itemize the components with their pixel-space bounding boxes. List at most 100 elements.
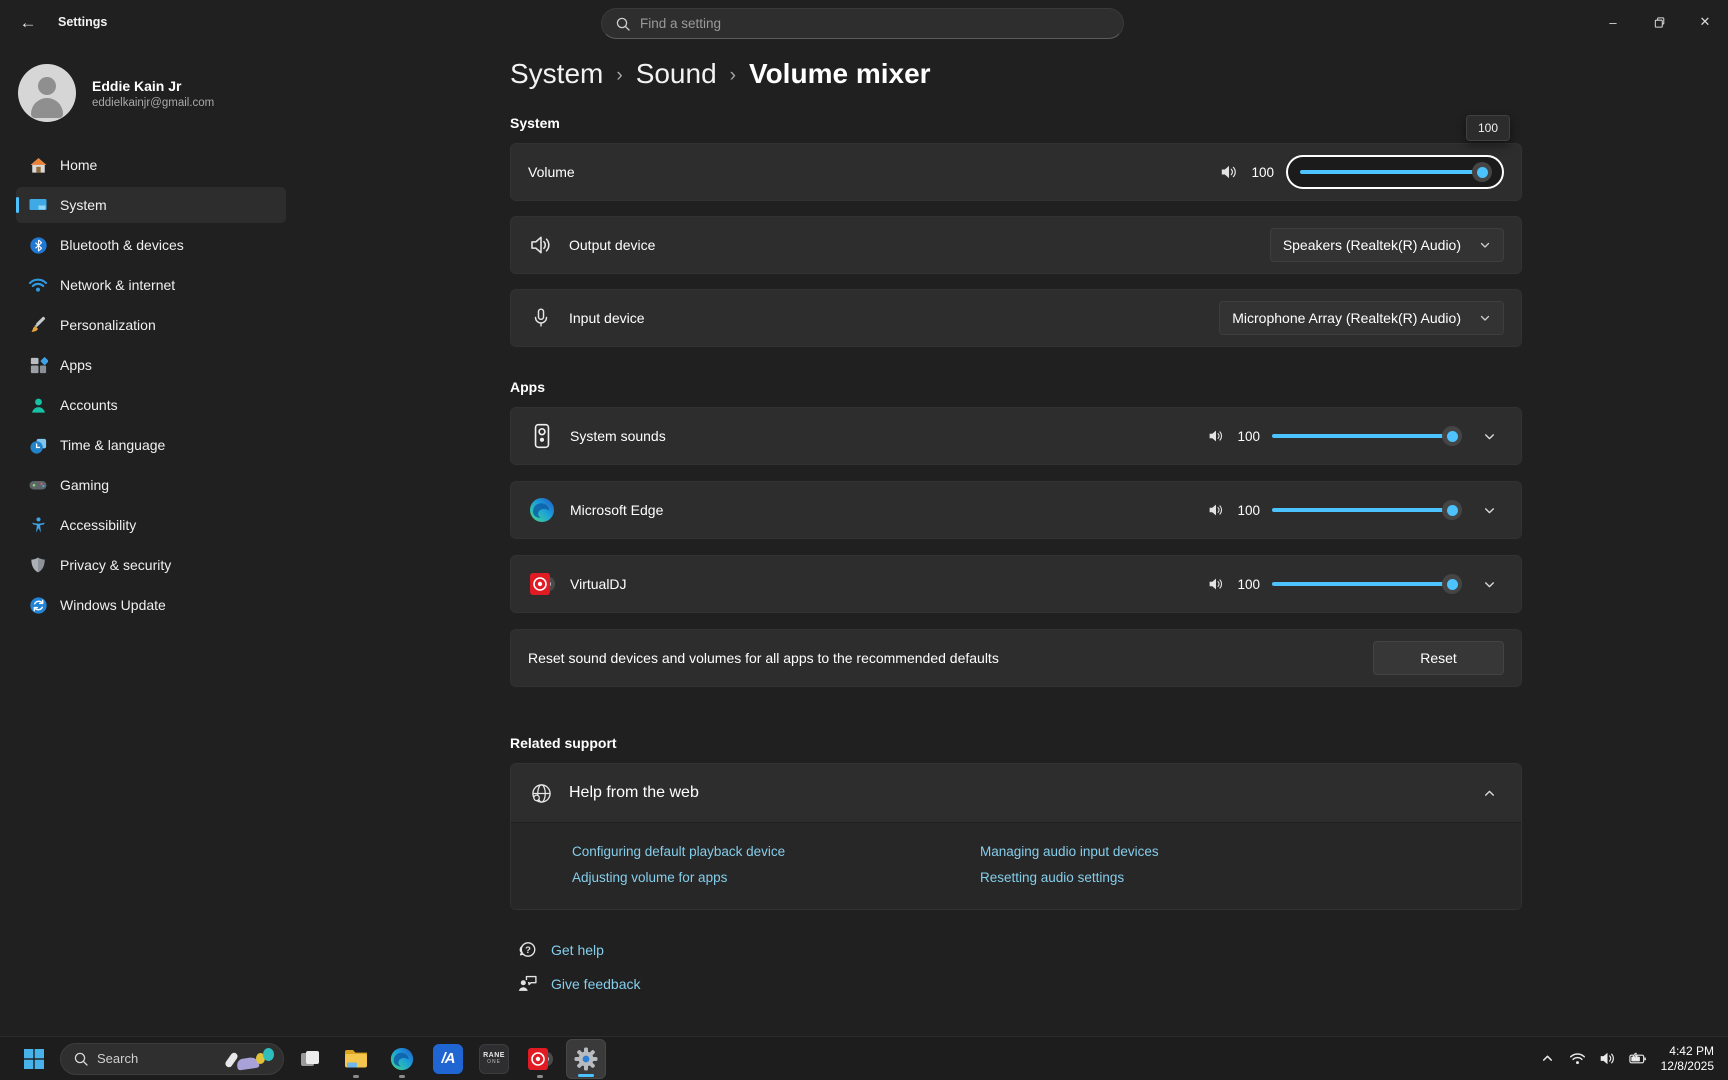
account-profile[interactable]: Eddie Kain Jr eddielkainjr@gmail.com xyxy=(18,64,282,122)
slider-thumb[interactable] xyxy=(1442,574,1462,594)
volume-label: Volume xyxy=(528,164,575,180)
help-link[interactable]: Resetting audio settings xyxy=(980,870,1124,885)
rane-one-button[interactable]: RANEONE xyxy=(474,1039,514,1079)
rane-one-icon: RANEONE xyxy=(479,1044,509,1074)
app-name: Microsoft Edge xyxy=(570,502,663,518)
main-content: System › Sound › Volume mixer System Vol… xyxy=(300,48,1728,1036)
app-volume-slider[interactable] xyxy=(1272,574,1458,594)
microsoft-edge-icon xyxy=(389,1046,415,1072)
output-device-label: Output device xyxy=(569,237,655,253)
sidebar-item-personalization[interactable]: Personalization xyxy=(16,307,286,343)
collapse-button[interactable] xyxy=(1474,778,1504,808)
start-button[interactable] xyxy=(14,1039,54,1079)
ia-app-button[interactable]: /A xyxy=(428,1039,468,1079)
virtualdj-taskbar-button[interactable] xyxy=(520,1039,560,1079)
sidebar-nav: Home System Bluetooth & devices Network … xyxy=(0,147,300,623)
speaker-icon xyxy=(1208,428,1224,444)
input-device-dropdown[interactable]: Microphone Array (Realtek(R) Audio) xyxy=(1219,301,1504,335)
sidebar-item-network[interactable]: Network & internet xyxy=(16,267,286,303)
sidebar-item-privacy[interactable]: Privacy & security xyxy=(16,547,286,583)
volume-tray-icon[interactable] xyxy=(1595,1043,1621,1075)
taskbar-clock[interactable]: 4:42 PM 12/8/2025 xyxy=(1661,1044,1714,1074)
volume-slider[interactable] xyxy=(1300,162,1488,182)
section-label-system: System xyxy=(510,115,1522,131)
taskbar-search[interactable]: Search xyxy=(60,1043,284,1075)
close-icon: ✕ xyxy=(1700,14,1711,30)
slider-track[interactable] xyxy=(1272,582,1456,586)
sidebar-item-home[interactable]: Home xyxy=(16,147,286,183)
app-volume-slider[interactable] xyxy=(1272,500,1458,520)
settings-search-box[interactable] xyxy=(601,8,1124,39)
hidden-icons-chevron[interactable] xyxy=(1535,1043,1561,1075)
speaker-icon xyxy=(1208,576,1224,592)
expand-row-button[interactable] xyxy=(1474,569,1504,599)
sidebar-item-accounts[interactable]: Accounts xyxy=(16,387,286,423)
sidebar-item-bluetooth[interactable]: Bluetooth & devices xyxy=(16,227,286,263)
sidebar-item-label: Accessibility xyxy=(60,517,136,533)
help-link[interactable]: Managing audio input devices xyxy=(980,844,1159,859)
bluetooth-icon xyxy=(28,235,48,255)
sidebar-item-windows-update[interactable]: Windows Update xyxy=(16,587,286,623)
titlebar: ← Settings – ✕ xyxy=(0,0,1728,48)
virtualdj-icon xyxy=(528,570,556,598)
breadcrumb-separator: › xyxy=(730,65,736,87)
wifi-tray-icon[interactable] xyxy=(1565,1043,1591,1075)
search-icon xyxy=(616,17,630,31)
settings-search-input[interactable] xyxy=(640,16,1109,31)
sidebar-item-system[interactable]: System xyxy=(16,187,286,223)
sidebar-item-gaming[interactable]: Gaming xyxy=(16,467,286,503)
back-arrow-icon: ← xyxy=(20,13,37,33)
svg-text:?: ? xyxy=(525,945,531,956)
taskbar: Search /A RANEONE xyxy=(0,1036,1728,1080)
settings-taskbar-button[interactable] xyxy=(566,1039,606,1079)
minimize-button[interactable]: – xyxy=(1590,0,1636,44)
breadcrumb-sound[interactable]: Sound xyxy=(636,58,717,90)
close-button[interactable]: ✕ xyxy=(1682,0,1728,44)
home-icon xyxy=(28,155,48,175)
sidebar-item-accessibility[interactable]: Accessibility xyxy=(16,507,286,543)
accessibility-icon xyxy=(28,515,48,535)
sidebar-item-apps[interactable]: Apps xyxy=(16,347,286,383)
volume-tooltip: 100 xyxy=(1466,115,1510,141)
restore-button[interactable] xyxy=(1636,0,1682,44)
reset-button[interactable]: Reset xyxy=(1373,641,1504,675)
give-feedback-link[interactable]: Give feedback xyxy=(517,973,641,994)
help-from-web-header[interactable]: Help from the web xyxy=(511,764,1521,822)
input-device-label: Input device xyxy=(569,310,645,326)
speaker-icon xyxy=(1220,163,1238,181)
app-volume-slider[interactable] xyxy=(1272,426,1458,446)
file-explorer-button[interactable] xyxy=(336,1039,376,1079)
ia-app-icon: /A xyxy=(433,1044,463,1074)
slider-thumb[interactable] xyxy=(1442,426,1462,446)
sidebar-item-label: Privacy & security xyxy=(60,557,171,573)
sidebar-item-label: Home xyxy=(60,157,97,173)
task-view-button[interactable] xyxy=(290,1039,330,1079)
edge-taskbar-button[interactable] xyxy=(382,1039,422,1079)
battery-tray-icon[interactable] xyxy=(1625,1043,1651,1075)
get-help-link[interactable]: ? Get help xyxy=(517,939,604,960)
slider-track[interactable] xyxy=(1272,508,1456,512)
help-link[interactable]: Configuring default playback device xyxy=(572,844,785,859)
back-button[interactable]: ← xyxy=(8,6,48,40)
expand-row-button[interactable] xyxy=(1474,421,1504,451)
slider-thumb[interactable] xyxy=(1472,162,1492,182)
expand-row-button[interactable] xyxy=(1474,495,1504,525)
app-name: VirtualDJ xyxy=(570,576,627,592)
file-explorer-icon xyxy=(343,1046,369,1072)
output-device-dropdown[interactable]: Speakers (Realtek(R) Audio) xyxy=(1270,228,1504,262)
sidebar-item-label: Personalization xyxy=(60,317,156,333)
slider-track[interactable] xyxy=(1272,434,1456,438)
speaker-icon xyxy=(1208,502,1224,518)
slider-track[interactable] xyxy=(1300,170,1486,174)
breadcrumb-system[interactable]: System xyxy=(510,58,603,90)
sidebar-item-time-language[interactable]: Time & language xyxy=(16,427,286,463)
breadcrumb-separator: › xyxy=(616,65,622,87)
system-tray: 4:42 PM 12/8/2025 xyxy=(1535,1043,1718,1075)
help-links-panel: Configuring default playback device Mana… xyxy=(511,822,1521,909)
feedback-icon xyxy=(517,973,538,994)
help-link[interactable]: Adjusting volume for apps xyxy=(572,870,727,885)
slider-thumb[interactable] xyxy=(1442,500,1462,520)
clock-icon xyxy=(28,435,48,455)
app-name: System sounds xyxy=(570,428,666,444)
chevron-down-icon xyxy=(1479,312,1491,324)
